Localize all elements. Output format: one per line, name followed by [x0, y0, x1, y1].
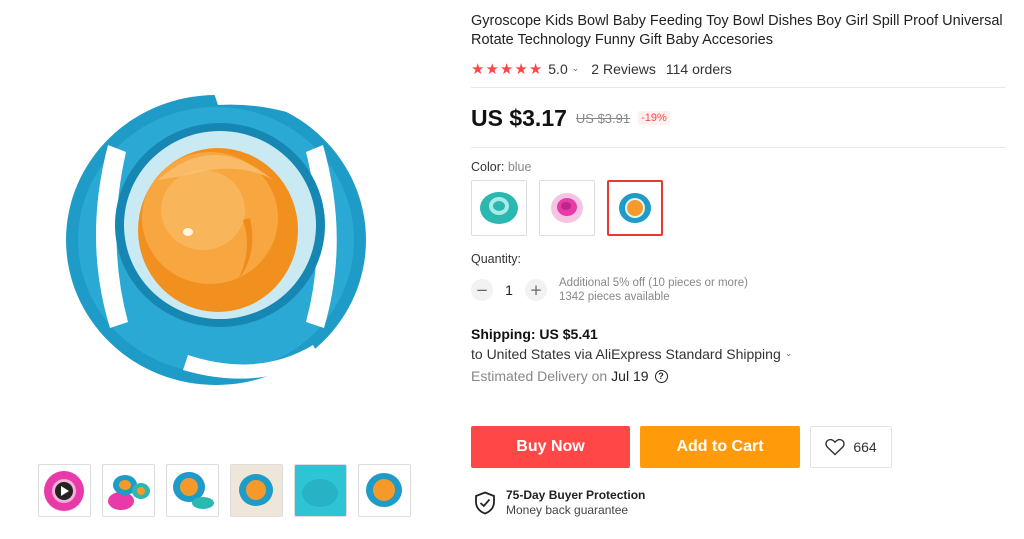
- reviews-link[interactable]: 2 Reviews: [591, 61, 656, 77]
- shipping-method-selector[interactable]: to United States via AliExpress Standard…: [471, 346, 1011, 362]
- color-label: Color: blue: [471, 160, 532, 174]
- wishlist-count: 664: [853, 439, 877, 455]
- quantity-note: Additional 5% off (10 pieces or more) 13…: [559, 277, 748, 303]
- star-icon: ★: [499, 59, 514, 78]
- product-info: Gyroscope Kids Bowl Baby Feeding Toy Bow…: [471, 12, 1011, 384]
- thumbnail-5[interactable]: [294, 464, 347, 517]
- main-product-image[interactable]: [38, 60, 418, 420]
- quantity-stepper: − 1 + Additional 5% off (10 pieces or mo…: [471, 277, 1011, 303]
- selected-color-value: blue: [507, 160, 532, 174]
- heart-icon: [825, 438, 845, 456]
- shipping-price: Shipping: US $5.41: [471, 326, 598, 342]
- rating-value[interactable]: 5.0: [548, 61, 567, 77]
- protection-title: 75-Day Buyer Protection: [506, 488, 646, 502]
- thumbnail-3[interactable]: [166, 464, 219, 517]
- color-option-teal[interactable]: [471, 180, 527, 236]
- buyer-protection: 75-Day Buyer Protection Money back guara…: [474, 488, 645, 517]
- delivery-date: Jul 19: [611, 368, 649, 384]
- thumbnail-2[interactable]: [102, 464, 155, 517]
- shield-check-icon: [475, 491, 495, 514]
- star-icon: ★: [485, 59, 499, 78]
- discount-badge: -19%: [638, 111, 670, 125]
- product-title: Gyroscope Kids Bowl Baby Feeding Toy Bow…: [471, 13, 1003, 48]
- help-icon[interactable]: ?: [654, 369, 668, 383]
- star-icon: ★: [471, 59, 485, 78]
- thumbnail-4[interactable]: [230, 464, 283, 517]
- quantity-decrease-button[interactable]: −: [471, 279, 493, 301]
- color-option-blue[interactable]: [607, 180, 663, 236]
- divider: [471, 147, 1006, 148]
- thumbnail-strip: [38, 464, 411, 517]
- thumbnail-video[interactable]: [38, 464, 91, 517]
- chevron-down-icon[interactable]: ⌄: [572, 64, 580, 74]
- price-row: US $3.17 US $3.91 -19%: [471, 103, 1011, 133]
- rating-row: ★ ★ ★ ★ ★ 5.0 ⌄ 2 Reviews 114 orders: [471, 59, 1011, 79]
- rating-stars: ★ ★ ★ ★ ★: [471, 59, 543, 78]
- thumbnail-6[interactable]: [358, 464, 411, 517]
- action-buttons: Buy Now Add to Cart 664: [471, 426, 892, 468]
- current-price: US $3.17: [471, 104, 567, 131]
- chevron-down-icon[interactable]: ⌄: [785, 349, 793, 359]
- add-to-cart-button[interactable]: Add to Cart: [640, 426, 800, 468]
- color-swatches: [471, 180, 1011, 236]
- original-price: US $3.91: [575, 110, 631, 126]
- wishlist-button[interactable]: 664: [810, 426, 892, 468]
- star-icon: ★: [528, 59, 543, 78]
- estimated-delivery: Estimated Delivery on Jul 19 ?: [471, 368, 1011, 384]
- color-option-pink[interactable]: [539, 180, 595, 236]
- quantity-value[interactable]: 1: [493, 282, 525, 298]
- star-icon: ★: [514, 59, 528, 78]
- quantity-label: Quantity:: [471, 252, 522, 266]
- quantity-increase-button[interactable]: +: [525, 279, 547, 301]
- buy-now-button[interactable]: Buy Now: [471, 426, 630, 468]
- divider: [471, 87, 1006, 88]
- orders-count: 114 orders: [665, 61, 732, 77]
- protection-subtitle: Money back guarantee: [506, 503, 629, 517]
